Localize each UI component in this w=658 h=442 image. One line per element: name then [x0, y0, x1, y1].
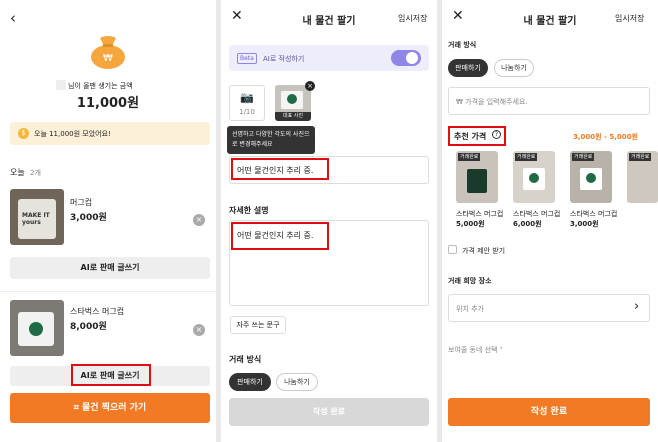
ai-toggle[interactable]: [391, 50, 421, 66]
item-photo: MAKE IT yours: [10, 189, 64, 245]
add-photo-button[interactable]: 📷 1/10: [229, 85, 265, 121]
tooltip-text: 선명하고 다양한 각도의 사진으로 변경해주세요: [232, 131, 310, 148]
item-name: 스타벅스 머그컵: [70, 307, 125, 316]
temp-save-button[interactable]: 임시저장: [615, 13, 644, 24]
chevron-right-icon: ›: [500, 344, 503, 352]
rec-item-photo: 거래완료: [513, 151, 555, 203]
item-price: 3,000원: [70, 213, 107, 223]
rec-item-name: 스타벅스 머그컵: [513, 210, 561, 218]
submit-button[interactable]: 작성 완료: [448, 398, 650, 426]
share-pill[interactable]: 나눔하기: [494, 59, 534, 77]
remove-photo-icon[interactable]: ×: [305, 81, 315, 91]
item-photo: [10, 300, 64, 356]
rec-item-price: 6,000원: [513, 220, 542, 228]
mug-print: MAKE IT yours: [22, 212, 50, 226]
starbucks-logo-icon: [29, 322, 43, 336]
area-link[interactable]: 보여줄 동네 선택: [448, 345, 498, 355]
rec-item-name: 스타벅스 머그컵: [456, 210, 504, 218]
highlight-box: [448, 126, 506, 146]
saving-subtitle: 님이 올팬 생기는 금액: [68, 82, 133, 90]
sell-pill[interactable]: 판매하기: [448, 59, 488, 77]
highlight-box: [71, 364, 151, 386]
phrase-button[interactable]: 자주 쓰는 문구: [230, 316, 286, 334]
ai-write-bar: Beta AI로 작성하기: [229, 45, 429, 71]
delete-icon[interactable]: ×: [193, 214, 205, 226]
starbucks-logo-icon: [529, 173, 539, 183]
place-label: 거래 희망 장소: [448, 277, 492, 285]
saving-amount: 11,000원: [76, 96, 140, 111]
ai-write-button[interactable]: AI로 판매 글쓰기: [10, 257, 210, 279]
divider: [0, 291, 216, 292]
beta-badge: Beta: [237, 53, 257, 64]
rec-item-price: 3,000원: [570, 220, 599, 228]
rep-photo-label: 대표 사진: [275, 112, 311, 121]
sold-badge: 거래완료: [515, 153, 538, 161]
banner: $ 오늘 11,000원 모았어요!: [10, 122, 210, 145]
rec-item-photo: 거래완료: [456, 151, 498, 203]
price-placeholder: ₩ 가격을 입력해주세요.: [456, 98, 528, 106]
highlight-box: [231, 222, 329, 250]
coin-icon: $: [18, 128, 29, 139]
submit-button[interactable]: 작성 완료: [229, 398, 429, 426]
back-icon[interactable]: ‹: [10, 9, 16, 27]
banner-text: 오늘 11,000원 모았어요!: [34, 130, 111, 138]
starbucks-logo-icon: [586, 173, 596, 183]
desc-label: 자세한 설명: [229, 206, 269, 215]
blurred-username: [56, 80, 66, 90]
rep-photo[interactable]: 대표 사진: [275, 85, 311, 121]
camera-icon: ⌗: [73, 403, 79, 413]
sell-pill[interactable]: 판매하기: [229, 373, 271, 391]
money-bag-icon: ₩: [88, 34, 128, 74]
item-price: 8,000원: [70, 322, 107, 332]
item-name: 머그컵: [70, 198, 93, 207]
chevron-right-icon: ›: [634, 299, 640, 314]
camera-button[interactable]: ⌗ 물건 찍으러 가기: [10, 393, 210, 423]
svg-text:₩: ₩: [103, 53, 113, 64]
rec-price-range: 3,000원 - 5,000원: [573, 133, 638, 141]
photo-count: 1/10: [239, 108, 255, 116]
offer-label: 가격 제안 받기: [462, 247, 506, 255]
sold-badge: 거래완료: [458, 153, 481, 161]
place-placeholder: 위치 추가: [456, 305, 484, 313]
starbucks-logo-icon: [287, 94, 297, 104]
saving-screen: ‹ ₩ 님이 올팬 생기는 금액 11,000원 $ 오늘 11,000원 모았…: [0, 0, 216, 442]
rec-item-photo: 거래완료: [570, 151, 612, 203]
today-label: 오늘: [10, 168, 25, 177]
rec-item-name: 스타벅스 머그컵: [570, 210, 618, 218]
sell-form-screen: ✕ 내 물건 팔기 임시저장 Beta AI로 작성하기 📷 1/10 대표 사…: [221, 0, 437, 442]
tooltip: 선명하고 다양한 각도의 사진으로 변경해주세요: [227, 126, 315, 154]
camera-button-label: 물건 찍으러 가기: [81, 403, 147, 413]
share-pill[interactable]: 나눔하기: [276, 373, 318, 391]
delete-icon[interactable]: ×: [193, 324, 205, 336]
trade-label: 거래 방식: [448, 41, 477, 49]
today-count: 2개: [30, 169, 41, 177]
ai-write-label: AI로 작성하기: [263, 55, 305, 63]
temp-save-button[interactable]: 임시저장: [398, 13, 427, 24]
offer-checkbox[interactable]: [448, 245, 457, 254]
camera-icon: 📷: [240, 91, 254, 104]
sold-badge: 거래완료: [629, 153, 652, 161]
highlight-box: [231, 158, 329, 180]
price-screen: ✕ 내 물건 팔기 임시저장 거래 방식 판매하기 나눔하기 ₩ 가격을 입력해…: [442, 0, 658, 442]
rec-item-price: 5,000원: [456, 220, 485, 228]
sold-badge: 거래완료: [572, 153, 595, 161]
trade-label: 거래 방식: [229, 355, 262, 364]
rec-item-photo: 거래완료: [627, 151, 658, 203]
